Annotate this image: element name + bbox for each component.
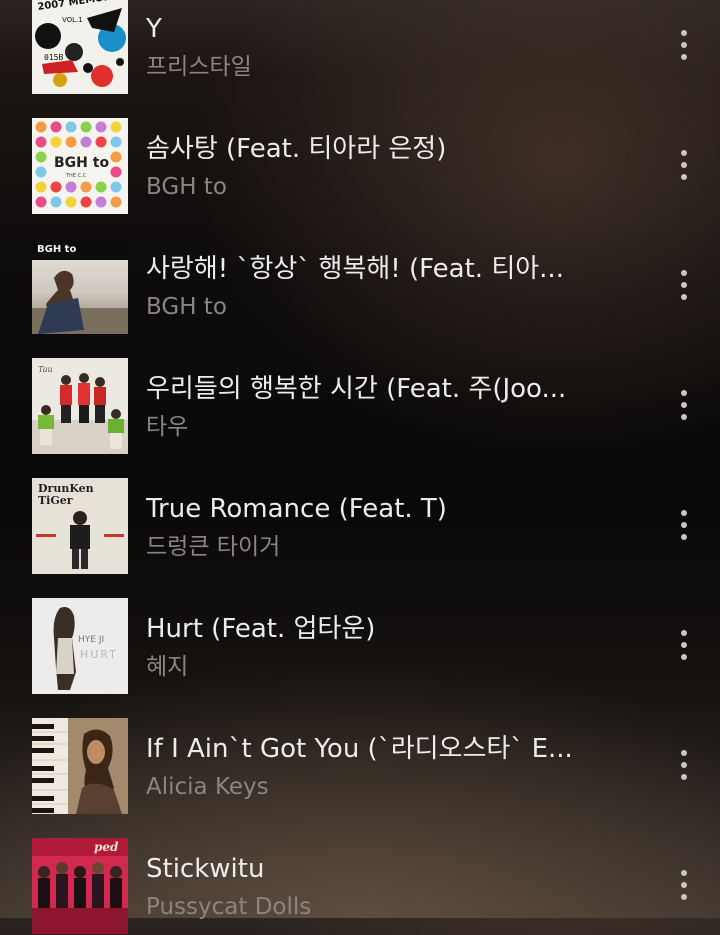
svg-text:Tau: Tau — [38, 365, 53, 374]
track-artist: Alicia Keys — [146, 774, 269, 800]
svg-text:015B: 015B — [44, 53, 63, 62]
track-title: 사랑해! `항상` 행복해! (Feat. 티아... — [146, 254, 564, 284]
album-cover-drunken-tiger-icon: DrunKen TiGer — [32, 478, 128, 574]
track-artist: BGH to — [146, 174, 227, 200]
album-cover-bgh-to-beach-icon: BGH to — [32, 238, 128, 334]
more-options-button[interactable] — [664, 743, 704, 787]
album-cover-bgh-to-dots-icon: BGH to THE C.C — [32, 118, 128, 214]
track-title: Stickwitu — [146, 854, 265, 884]
album-cover: 2007 MEMORIES VOL.1 015B — [32, 0, 128, 94]
track-artist: 타우 — [146, 414, 189, 440]
more-options-button[interactable] — [664, 23, 704, 67]
track-title: Y — [146, 14, 162, 44]
track-title: True Romance (Feat. T) — [146, 494, 447, 524]
album-cover — [32, 718, 128, 814]
track-row[interactable]: ped Stickwitu Pussycat Dolls — [0, 815, 720, 935]
more-options-button[interactable] — [664, 143, 704, 187]
vertical-ellipsis-icon — [681, 870, 687, 900]
track-row[interactable]: 2007 MEMORIES VOL.1 015B Y 프리스타일 — [0, 0, 720, 95]
track-list: 2007 MEMORIES VOL.1 015B Y 프리스타일 BGH to … — [0, 0, 720, 935]
album-cover: HYE JI HURT — [32, 598, 128, 694]
svg-text:THE C.C: THE C.C — [65, 173, 87, 179]
track-artist: BGH to — [146, 294, 227, 320]
more-options-button[interactable] — [664, 863, 704, 907]
vertical-ellipsis-icon — [681, 750, 687, 780]
vertical-ellipsis-icon — [681, 150, 687, 180]
track-artist: 혜지 — [146, 654, 189, 680]
album-cover-alicia-keys-icon — [32, 718, 128, 814]
album-cover-pussycat-dolls-icon: ped — [32, 838, 128, 934]
album-cover: BGH to — [32, 238, 128, 334]
svg-text:HYE JI: HYE JI — [78, 635, 104, 645]
track-row[interactable]: DrunKen TiGer True Romance (Feat. T) 드렁큰… — [0, 455, 720, 575]
track-title: 솜사탕 (Feat. 티아라 은정) — [146, 134, 447, 164]
vertical-ellipsis-icon — [681, 30, 687, 60]
track-artist: 프리스타일 — [146, 54, 252, 80]
more-options-button[interactable] — [664, 623, 704, 667]
album-cover: Tau — [32, 358, 128, 454]
vertical-ellipsis-icon — [681, 630, 687, 660]
track-row[interactable]: Tau 우리들의 행복한 시간 (Feat. 주(Joo... 타우 — [0, 335, 720, 455]
vertical-ellipsis-icon — [681, 510, 687, 540]
track-title: Hurt (Feat. 업타운) — [146, 614, 376, 644]
track-title: If I Ain`t Got You (`라디오스타` E... — [146, 734, 573, 764]
track-title: 우리들의 행복한 시간 (Feat. 주(Joo... — [146, 374, 567, 404]
more-options-button[interactable] — [664, 503, 704, 547]
vertical-ellipsis-icon — [681, 390, 687, 420]
album-cover-2007-memories-icon: 2007 MEMORIES VOL.1 015B — [32, 0, 128, 94]
svg-text:HURT: HURT — [80, 648, 118, 661]
album-cover: ped — [32, 838, 128, 934]
album-cover: BGH to THE C.C — [32, 118, 128, 214]
svg-text:VOL.1: VOL.1 — [62, 16, 83, 24]
track-row[interactable]: HYE JI HURT Hurt (Feat. 업타운) 혜지 — [0, 575, 720, 695]
track-row[interactable]: If I Ain`t Got You (`라디오스타` E... Alicia … — [0, 695, 720, 815]
svg-text:BGH to: BGH to — [37, 244, 76, 255]
album-cover-group-photo-icon: Tau — [32, 358, 128, 454]
vertical-ellipsis-icon — [681, 270, 687, 300]
svg-text:ped: ped — [94, 840, 119, 854]
track-artist: 드렁큰 타이거 — [146, 534, 281, 560]
more-options-button[interactable] — [664, 383, 704, 427]
track-row[interactable]: BGH to THE C.C 솜사탕 (Feat. 티아라 은정) BGH to — [0, 95, 720, 215]
album-cover-hye-ji-hurt-icon: HYE JI HURT — [32, 598, 128, 694]
svg-text:BGH to: BGH to — [54, 155, 109, 171]
svg-text:TiGer: TiGer — [38, 494, 73, 507]
track-row[interactable]: BGH to 사랑해! `항상` 행복해! (Feat. 티아... BGH t… — [0, 215, 720, 335]
more-options-button[interactable] — [664, 263, 704, 307]
album-cover: DrunKen TiGer — [32, 478, 128, 574]
